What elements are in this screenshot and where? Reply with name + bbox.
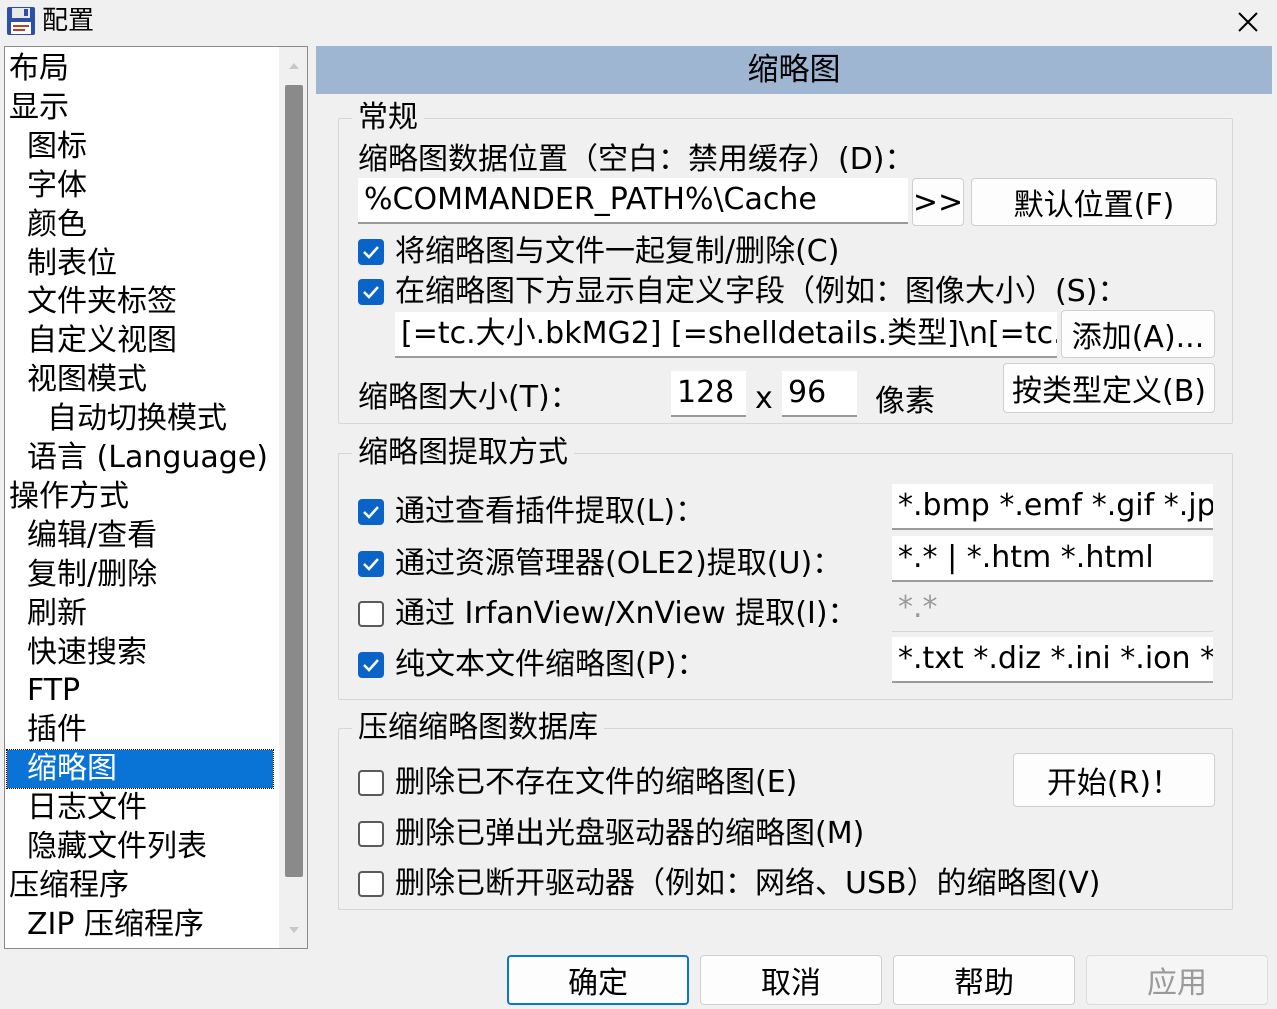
- checkmark-icon: [363, 659, 379, 672]
- checkmark-icon: [363, 506, 379, 519]
- extract-extensions-input[interactable]: *.*: [892, 586, 1213, 632]
- tree-item[interactable]: 显示: [5, 89, 69, 127]
- extract-extensions-input[interactable]: *.* | *.htm *.html: [892, 536, 1213, 582]
- scroll-down-arrow-icon[interactable]: [287, 923, 301, 937]
- tree-item[interactable]: FTP: [5, 672, 80, 710]
- extract-method-label[interactable]: 通过查看插件提取(L)：: [395, 493, 705, 531]
- add-field-button[interactable]: 添加(A)...: [1061, 310, 1215, 358]
- extract-group-title: 缩略图提取方式: [352, 434, 574, 472]
- compress-option-label[interactable]: 删除已断开驱动器（例如：网络、USB）的缩略图(V): [395, 865, 1101, 903]
- compress-option-label[interactable]: 删除已不存在文件的缩略图(E): [395, 764, 797, 802]
- page-title: 缩略图: [316, 46, 1272, 94]
- tree-item[interactable]: 复制/删除: [5, 556, 157, 594]
- tree-item[interactable]: 自定义视图: [5, 322, 177, 360]
- apply-button[interactable]: 应用: [1086, 955, 1268, 1005]
- tree-item[interactable]: 操作方式: [5, 478, 129, 516]
- tree-scrollbar[interactable]: [279, 47, 307, 948]
- custom-field-checkbox[interactable]: [358, 279, 384, 305]
- thumbnail-height-input[interactable]: 96: [782, 371, 857, 417]
- tree-item[interactable]: 隐藏文件列表: [5, 828, 207, 866]
- tree-item[interactable]: 语言 (Language): [5, 439, 268, 477]
- copy-delete-label[interactable]: 将缩略图与文件一起复制/删除(C): [395, 233, 839, 271]
- tree-item[interactable]: 图标: [5, 128, 87, 166]
- ok-button[interactable]: 确定: [507, 955, 689, 1005]
- tree-item[interactable]: 制表位: [5, 245, 117, 283]
- compress-option-checkbox[interactable]: [358, 871, 384, 897]
- custom-field-label[interactable]: 在缩略图下方显示自定义字段（例如：图像大小）(S)：: [395, 273, 1127, 311]
- checkmark-icon: [363, 286, 379, 299]
- start-compress-button[interactable]: 开始(R)！: [1013, 753, 1215, 807]
- tree-item[interactable]: 插件: [5, 711, 87, 749]
- tree-item[interactable]: 编辑/查看: [5, 517, 157, 555]
- scroll-up-arrow-icon[interactable]: [287, 59, 301, 73]
- size-x-label: x: [755, 381, 773, 416]
- compress-option-label[interactable]: 删除已弹出光盘驱动器的缩略图(M): [395, 815, 864, 853]
- cancel-button[interactable]: 取消: [700, 955, 882, 1005]
- tree-item[interactable]: 自动切换模式: [5, 400, 227, 438]
- tree-item[interactable]: 文件夹标签: [5, 283, 177, 321]
- tree-item[interactable]: ZIP 压缩程序: [5, 906, 204, 944]
- define-by-type-button[interactable]: 按类型定义(B): [1003, 363, 1215, 413]
- tree-item[interactable]: 快速搜索: [5, 634, 147, 672]
- extract-method-label[interactable]: 通过资源管理器(OLE2)提取(U)：: [395, 545, 842, 583]
- extract-checkbox[interactable]: [358, 551, 384, 577]
- extract-extensions-input[interactable]: *.bmp *.emf *.gif *.jpg: [892, 484, 1213, 530]
- tree-item[interactable]: 刷新: [5, 595, 87, 633]
- tree-item[interactable]: 视图模式: [5, 361, 147, 399]
- tree-item[interactable]: 布局: [5, 50, 69, 88]
- window-title: 配置: [42, 6, 95, 36]
- thumbnail-size-label: 缩略图大小(T)：: [358, 380, 580, 415]
- close-button[interactable]: [1226, 2, 1270, 42]
- extract-method-label[interactable]: 通过 IrfanView/XnView 提取(I)：: [395, 595, 858, 633]
- tree-item[interactable]: 缩略图: [6, 749, 274, 790]
- pixels-label: 像素: [875, 384, 935, 419]
- scrollbar-thumb[interactable]: [285, 85, 303, 877]
- checkmark-icon: [363, 246, 379, 259]
- thumbnail-width-input[interactable]: 128: [671, 371, 746, 417]
- compress-group-title: 压缩缩略图数据库: [352, 709, 604, 747]
- tree-item[interactable]: 日志文件: [5, 789, 147, 827]
- checkmark-icon: [363, 558, 379, 571]
- help-button[interactable]: 帮助: [893, 955, 1075, 1005]
- browse-button[interactable]: >>: [912, 178, 964, 226]
- tree-item[interactable]: 字体: [5, 167, 87, 205]
- compress-option-checkbox[interactable]: [358, 821, 384, 847]
- compress-option-checkbox[interactable]: [358, 770, 384, 796]
- extract-method-label[interactable]: 纯文本文件缩略图(P)：: [395, 646, 707, 684]
- general-group-title: 常规: [352, 99, 424, 137]
- copy-delete-checkbox[interactable]: [358, 239, 384, 265]
- extract-checkbox[interactable]: [358, 601, 384, 627]
- tree-item[interactable]: 颜色: [5, 206, 87, 244]
- app-floppy-icon: [6, 6, 36, 36]
- tree-item[interactable]: 压缩程序: [5, 867, 129, 905]
- thumbnail-location-label: 缩略图数据位置（空白：禁用缓存）(D)：: [358, 142, 915, 177]
- extract-checkbox[interactable]: [358, 499, 384, 525]
- thumbnail-location-input[interactable]: %COMMANDER_PATH%\Cache: [358, 178, 908, 224]
- settings-tree[interactable]: 布局 显示 图标 字体 颜色 制表位 文件夹标签 自定义视图 视图模式 自动切换模式 语言 (Lan…: [4, 46, 308, 949]
- close-icon: [1238, 12, 1258, 32]
- custom-field-input[interactable]: [=tc.大小.bkMG2] [=shelldetails.类型]\n[=tc.: [395, 312, 1057, 358]
- extract-checkbox[interactable]: [358, 652, 384, 678]
- default-location-button[interactable]: 默认位置(F): [971, 178, 1217, 226]
- extract-extensions-input[interactable]: *.txt *.diz *.ini *.ion *.bat: [892, 637, 1213, 683]
- title-bar: [0, 0, 1277, 44]
